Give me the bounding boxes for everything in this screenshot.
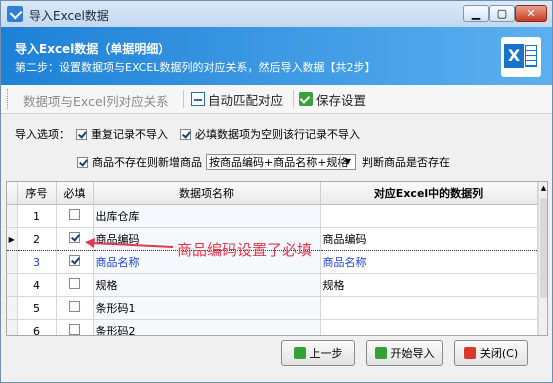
row-indicator xyxy=(7,273,18,297)
header-banner: 导入Excel数据（单据明细） 第二步：设置数据项与EXCEL数据列的对应关系，… xyxy=(1,27,552,85)
row-excel-column[interactable]: 商品编码 xyxy=(320,227,538,251)
repeat-skip-checkbox[interactable] xyxy=(76,128,87,140)
column-header-item[interactable]: 数据项名称 xyxy=(93,182,321,205)
required-checkbox[interactable] xyxy=(69,209,80,220)
title-bar: 导入Excel数据 ▁ ▢ ✕ xyxy=(1,1,552,27)
row-item-name: 条形码2 xyxy=(93,319,321,335)
excel-x-glyph: X xyxy=(504,44,524,68)
required-checkbox[interactable] xyxy=(69,324,80,335)
row-seq: 3 xyxy=(17,250,57,274)
row-seq: 2 xyxy=(17,227,57,251)
row-item-name: 条形码1 xyxy=(93,296,321,320)
row-required-cell xyxy=(56,227,94,251)
new-product-label: 商品不存在则新增商品 xyxy=(92,156,202,169)
required-empty-skip-checkbox[interactable] xyxy=(180,128,191,140)
table-row[interactable]: 1 出库仓库 xyxy=(7,204,538,228)
table-row[interactable]: 6 条形码2 xyxy=(7,319,538,335)
close-x-icon xyxy=(463,347,476,359)
vertical-scrollbar[interactable]: ▲ xyxy=(538,182,547,335)
row-excel-column[interactable]: 商品名称 xyxy=(320,250,538,274)
auto-match-button[interactable]: 自动匹配对应 xyxy=(191,89,283,109)
required-checkbox[interactable] xyxy=(69,232,80,243)
scrollbar-thumb[interactable] xyxy=(540,198,547,298)
options-row-1: 导入选项： 重复记录不导入 必填数据项为空则该行记录不导入 xyxy=(15,126,360,142)
row-indicator xyxy=(7,250,18,274)
table-row[interactable]: 5 条形码1 xyxy=(7,296,538,320)
new-product-checkbox[interactable] xyxy=(77,156,88,168)
required-checkbox[interactable] xyxy=(69,278,80,289)
close-button[interactable]: 关闭(C) xyxy=(454,340,528,366)
banner-heading: 导入Excel数据（单据明细） xyxy=(15,42,171,56)
row-item-name: 出库仓库 xyxy=(93,204,321,228)
toolbar-separator xyxy=(293,90,294,108)
table-header-row: 序号 必填 数据项名称 对应Excel中的数据列 xyxy=(7,182,538,205)
auto-match-label: 自动匹配对应 xyxy=(208,92,284,108)
start-import-button[interactable]: 开始导入 xyxy=(366,340,443,366)
save-settings-button[interactable]: 保存设置 xyxy=(299,89,366,109)
row-item-name: 规格 xyxy=(93,273,321,297)
toolbar-separator xyxy=(183,90,184,108)
column-header-required[interactable]: 必填 xyxy=(56,182,94,205)
row-indicator-header xyxy=(7,182,18,205)
annotation-text: 商品编码设置了必填 xyxy=(177,241,313,259)
import-dialog: 导入Excel数据 ▁ ▢ ✕ 导入Excel数据（单据明细） 第二步：设置数据… xyxy=(0,0,553,383)
row-indicator xyxy=(7,296,18,320)
excel-icon: X xyxy=(501,37,541,77)
scroll-up-icon[interactable]: ▲ xyxy=(539,184,547,194)
repeat-skip-label: 重复记录不导入 xyxy=(91,128,168,141)
row-required-cell xyxy=(56,296,94,320)
arrow-left-icon xyxy=(293,347,306,359)
row-excel-column[interactable] xyxy=(320,204,538,228)
required-empty-skip-label: 必填数据项为空则该行记录不导入 xyxy=(195,128,360,141)
excel-grid-glyph xyxy=(525,45,537,67)
row-seq: 6 xyxy=(17,319,57,335)
banner-subheading: 第二步：设置数据项与EXCEL数据列的对应关系，然后导入数据【共2步】 xyxy=(15,61,376,74)
import-options-label: 导入选项： xyxy=(15,128,70,141)
check-circle-icon xyxy=(374,347,387,359)
window-title: 导入Excel数据 xyxy=(29,9,109,23)
maximize-button[interactable]: ▢ xyxy=(489,5,515,22)
save-settings-icon xyxy=(299,92,313,106)
toolbar-section-label: 数据项与Excel列对应关系 xyxy=(23,94,169,109)
row-required-cell xyxy=(56,319,94,335)
row-required-cell xyxy=(56,250,94,274)
row-indicator xyxy=(7,204,18,228)
match-suffix-label: 判断商品是否存在 xyxy=(362,156,450,169)
row-required-cell xyxy=(56,204,94,228)
start-import-label: 开始导入 xyxy=(390,347,435,360)
dropdown-arrow-icon: ▼ xyxy=(340,155,355,169)
match-mode-value: 按商品编码+商品名称+规格 xyxy=(209,156,349,169)
minimize-button[interactable]: ▁ xyxy=(463,5,489,22)
match-mode-select[interactable]: 按商品编码+商品名称+规格 ▼ xyxy=(206,154,356,170)
row-excel-column[interactable] xyxy=(320,296,538,320)
row-indicator-current-icon: ▶ xyxy=(7,227,18,251)
row-seq: 1 xyxy=(17,204,57,228)
row-excel-column[interactable] xyxy=(320,319,538,335)
required-checkbox[interactable] xyxy=(69,301,80,312)
row-required-cell xyxy=(56,273,94,297)
close-window-button[interactable]: ✕ xyxy=(515,5,547,22)
row-indicator xyxy=(7,319,18,335)
table-row[interactable]: 4 规格 规格 xyxy=(7,273,538,297)
close-label: 关闭(C) xyxy=(479,347,519,360)
toolbar-grip xyxy=(7,89,11,109)
minimize-icon: ▁ xyxy=(471,7,481,20)
column-header-excel-column[interactable]: 对应Excel中的数据列 xyxy=(320,182,538,205)
row-seq: 4 xyxy=(17,273,57,297)
prev-step-label: 上一步 xyxy=(309,347,343,360)
maximize-icon: ▢ xyxy=(496,7,508,20)
auto-match-icon xyxy=(191,92,205,106)
required-checkbox[interactable] xyxy=(69,255,80,266)
prev-step-button[interactable]: 上一步 xyxy=(281,340,355,366)
options-row-2: 商品不存在则新增商品 按商品编码+商品名称+规格 ▼ 判断商品是否存在 xyxy=(77,154,450,170)
app-icon xyxy=(7,6,23,22)
close-icon: ✕ xyxy=(526,7,536,20)
save-settings-label: 保存设置 xyxy=(316,92,367,108)
row-excel-column[interactable]: 规格 xyxy=(320,273,538,297)
toolbar: 数据项与Excel列对应关系 自动匹配对应 保存设置 xyxy=(1,85,552,114)
column-header-seq[interactable]: 序号 xyxy=(17,182,57,205)
row-seq: 5 xyxy=(17,296,57,320)
